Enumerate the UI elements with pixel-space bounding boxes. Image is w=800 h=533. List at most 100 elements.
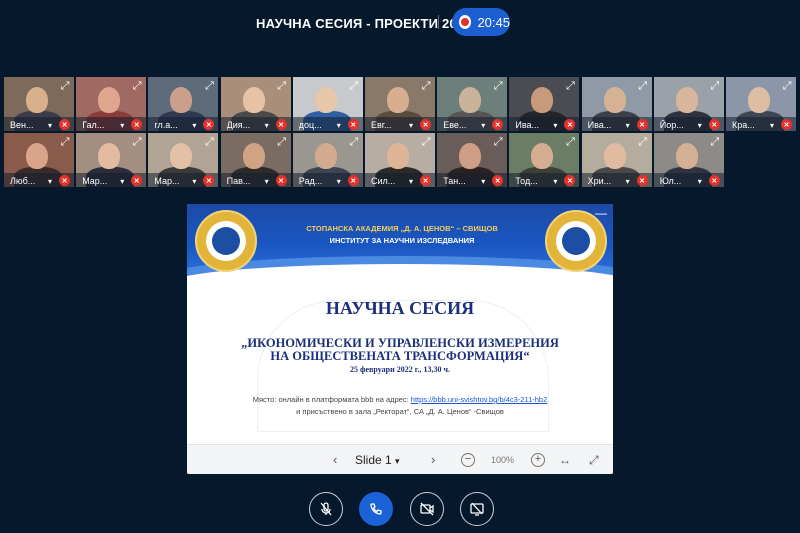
chevron-down-icon[interactable]: ▾ xyxy=(409,177,413,186)
fit-width-icon[interactable]: ↔ xyxy=(559,445,571,474)
divider xyxy=(438,15,439,29)
muted-microphone-icon: ✕ xyxy=(420,175,431,186)
session-date: 25 февруари 2022 г., 13,30 ч. xyxy=(350,365,450,374)
participant-tile[interactable]: ⤢ Мар... ▾ ✕ xyxy=(76,133,147,187)
chevron-down-icon[interactable]: ▾ xyxy=(409,121,413,130)
participant-name: Сил... xyxy=(371,176,396,186)
chevron-down-icon[interactable]: ▾ xyxy=(265,121,269,130)
expand-video-icon[interactable]: ⤢ xyxy=(131,80,143,92)
session-subtitle-line2: НА ОБЩЕСТВЕНАТА ТРАНСФОРМАЦИЯ“ xyxy=(270,349,530,363)
institute-name: ИНСТИТУТ ЗА НАУЧНИ ИЗСЛЕДВАНИЯ xyxy=(329,236,475,245)
fullscreen-icon[interactable]: ⤢ xyxy=(589,445,599,474)
participant-tile[interactable]: ⤢ Рад... ▾ ✕ xyxy=(292,133,363,187)
chevron-down-icon[interactable]: ▾ xyxy=(192,177,196,186)
participant-tile[interactable]: ⤢ Пав... ▾ ✕ xyxy=(220,133,291,187)
participant-name: Ива... xyxy=(587,120,612,130)
chevron-down-icon[interactable]: ▾ xyxy=(698,177,702,186)
share-webcam-button[interactable] xyxy=(410,492,444,526)
minimize-presentation-icon[interactable]: — xyxy=(595,206,607,220)
share-screen-button[interactable] xyxy=(460,492,494,526)
chevron-down-icon[interactable]: ▾ xyxy=(481,121,485,130)
participant-tile[interactable]: ⤢ Тан... ▾ ✕ xyxy=(437,133,508,187)
participant-face xyxy=(531,143,554,169)
participant-tile[interactable]: ⤢ Вен... ▾ ✕ xyxy=(4,77,74,131)
recording-indicator[interactable]: 20:45 xyxy=(452,8,510,36)
chevron-down-icon[interactable]: ▾ xyxy=(553,121,557,130)
participant-tile[interactable]: ⤢ Евг... ▾ ✕ xyxy=(365,77,435,131)
next-slide-icon[interactable]: › xyxy=(431,445,435,474)
expand-video-icon[interactable]: ⤢ xyxy=(564,80,576,92)
muted-microphone-icon: ✕ xyxy=(59,119,70,130)
participant-tile[interactable]: ⤢ гл.а... ▾ ✕ xyxy=(148,77,219,131)
chevron-down-icon[interactable]: ▾ xyxy=(337,121,341,130)
participant-name: Мар... xyxy=(154,176,180,186)
participant-tile[interactable]: ⤢ Йор... ▾ ✕ xyxy=(653,77,724,131)
participant-tile[interactable]: ⤢ Люб... ▾ ✕ xyxy=(4,133,74,187)
participant-tile[interactable]: ⤢ Дия... ▾ ✕ xyxy=(220,77,291,131)
chevron-down-icon[interactable]: ▾ xyxy=(337,177,341,186)
chevron-down-icon[interactable]: ▾ xyxy=(553,177,557,186)
participant-tile[interactable]: ⤢ Гал... ▾ ✕ xyxy=(76,77,147,131)
chevron-down-icon[interactable]: ▾ xyxy=(48,177,52,186)
participant-tile[interactable]: ⤢ Юл... ▾ ✕ xyxy=(653,133,724,187)
participant-tile[interactable]: ⤢ Тод... ▾ ✕ xyxy=(509,133,580,187)
expand-video-icon[interactable]: ⤢ xyxy=(637,136,649,148)
participant-tile[interactable]: ⤢ Кра... ▾ ✕ xyxy=(726,77,796,131)
muted-microphone-icon: ✕ xyxy=(781,119,792,130)
expand-video-icon[interactable]: ⤢ xyxy=(781,80,793,92)
mute-microphone-button[interactable] xyxy=(309,492,343,526)
muted-microphone-icon: ✕ xyxy=(636,119,648,130)
zoom-level: 100% xyxy=(491,455,515,465)
muted-microphone-icon: ✕ xyxy=(708,175,720,186)
expand-video-icon[interactable]: ⤢ xyxy=(420,80,432,92)
chevron-down-icon[interactable]: ▾ xyxy=(48,121,52,130)
zoom-out-icon[interactable]: − xyxy=(461,453,475,467)
participant-face xyxy=(748,87,770,113)
expand-video-icon[interactable]: ⤢ xyxy=(709,80,721,92)
expand-video-icon[interactable]: ⤢ xyxy=(276,80,288,92)
participant-tile[interactable]: ⤢ Мар... ▾ ✕ xyxy=(148,133,219,187)
chevron-down-icon[interactable]: ▾ xyxy=(626,177,630,186)
chevron-down-icon[interactable]: ▾ xyxy=(265,177,269,186)
academy-name: СТОПАНСКА АКАДЕМИЯ „Д. А. ЦЕНОВ“ – СВИЩО… xyxy=(306,224,498,233)
participant-tile[interactable]: ⤢ Еве... ▾ ✕ xyxy=(437,77,508,131)
meeting-link[interactable]: https://bbb.uni-svishtov.bg/b/4c3-211-hb… xyxy=(411,395,547,404)
expand-video-icon[interactable]: ⤢ xyxy=(203,136,215,148)
chevron-down-icon[interactable]: ▾ xyxy=(192,121,196,130)
chevron-down-icon[interactable]: ▾ xyxy=(120,177,124,186)
participant-face xyxy=(675,87,698,113)
chevron-down-icon[interactable]: ▾ xyxy=(698,121,702,130)
expand-video-icon[interactable]: ⤢ xyxy=(276,136,288,148)
participant-tile[interactable]: ⤢ доц... ▾ ✕ xyxy=(292,77,363,131)
expand-video-icon[interactable]: ⤢ xyxy=(59,80,71,92)
muted-microphone-icon: ✕ xyxy=(636,175,648,186)
expand-video-icon[interactable]: ⤢ xyxy=(59,136,71,148)
expand-video-icon[interactable]: ⤢ xyxy=(348,80,360,92)
session-title: НАУЧНА СЕСИЯ xyxy=(325,298,475,318)
participant-tile[interactable]: ⤢ Ива... ▾ ✕ xyxy=(509,77,580,131)
participant-name: Йор... xyxy=(659,120,684,130)
chevron-down-icon[interactable]: ▾ xyxy=(770,121,774,130)
participant-tile[interactable]: ⤢ Ива... ▾ ✕ xyxy=(581,77,652,131)
expand-video-icon[interactable]: ⤢ xyxy=(709,136,721,148)
leave-audio-button[interactable] xyxy=(359,492,393,526)
chevron-down-icon: ▾ xyxy=(395,456,400,466)
participant-face xyxy=(459,87,482,113)
zoom-in-icon[interactable]: + xyxy=(531,453,545,467)
expand-video-icon[interactable]: ⤢ xyxy=(492,80,504,92)
participant-tile[interactable]: ⤢ Хри... ▾ ✕ xyxy=(581,133,652,187)
chevron-down-icon[interactable]: ▾ xyxy=(120,121,124,130)
expand-video-icon[interactable]: ⤢ xyxy=(564,136,576,148)
previous-slide-icon[interactable]: ‹ xyxy=(333,445,337,474)
chevron-down-icon[interactable]: ▾ xyxy=(626,121,630,130)
expand-video-icon[interactable]: ⤢ xyxy=(420,136,432,148)
expand-video-icon[interactable]: ⤢ xyxy=(637,80,649,92)
expand-video-icon[interactable]: ⤢ xyxy=(348,136,360,148)
chevron-down-icon[interactable]: ▾ xyxy=(481,177,485,186)
slide-selector[interactable]: Slide 1 ▾ xyxy=(355,445,400,474)
expand-video-icon[interactable]: ⤢ xyxy=(203,80,215,92)
participant-face xyxy=(387,87,409,113)
expand-video-icon[interactable]: ⤢ xyxy=(492,136,504,148)
participant-tile[interactable]: ⤢ Сил... ▾ ✕ xyxy=(365,133,435,187)
expand-video-icon[interactable]: ⤢ xyxy=(131,136,143,148)
